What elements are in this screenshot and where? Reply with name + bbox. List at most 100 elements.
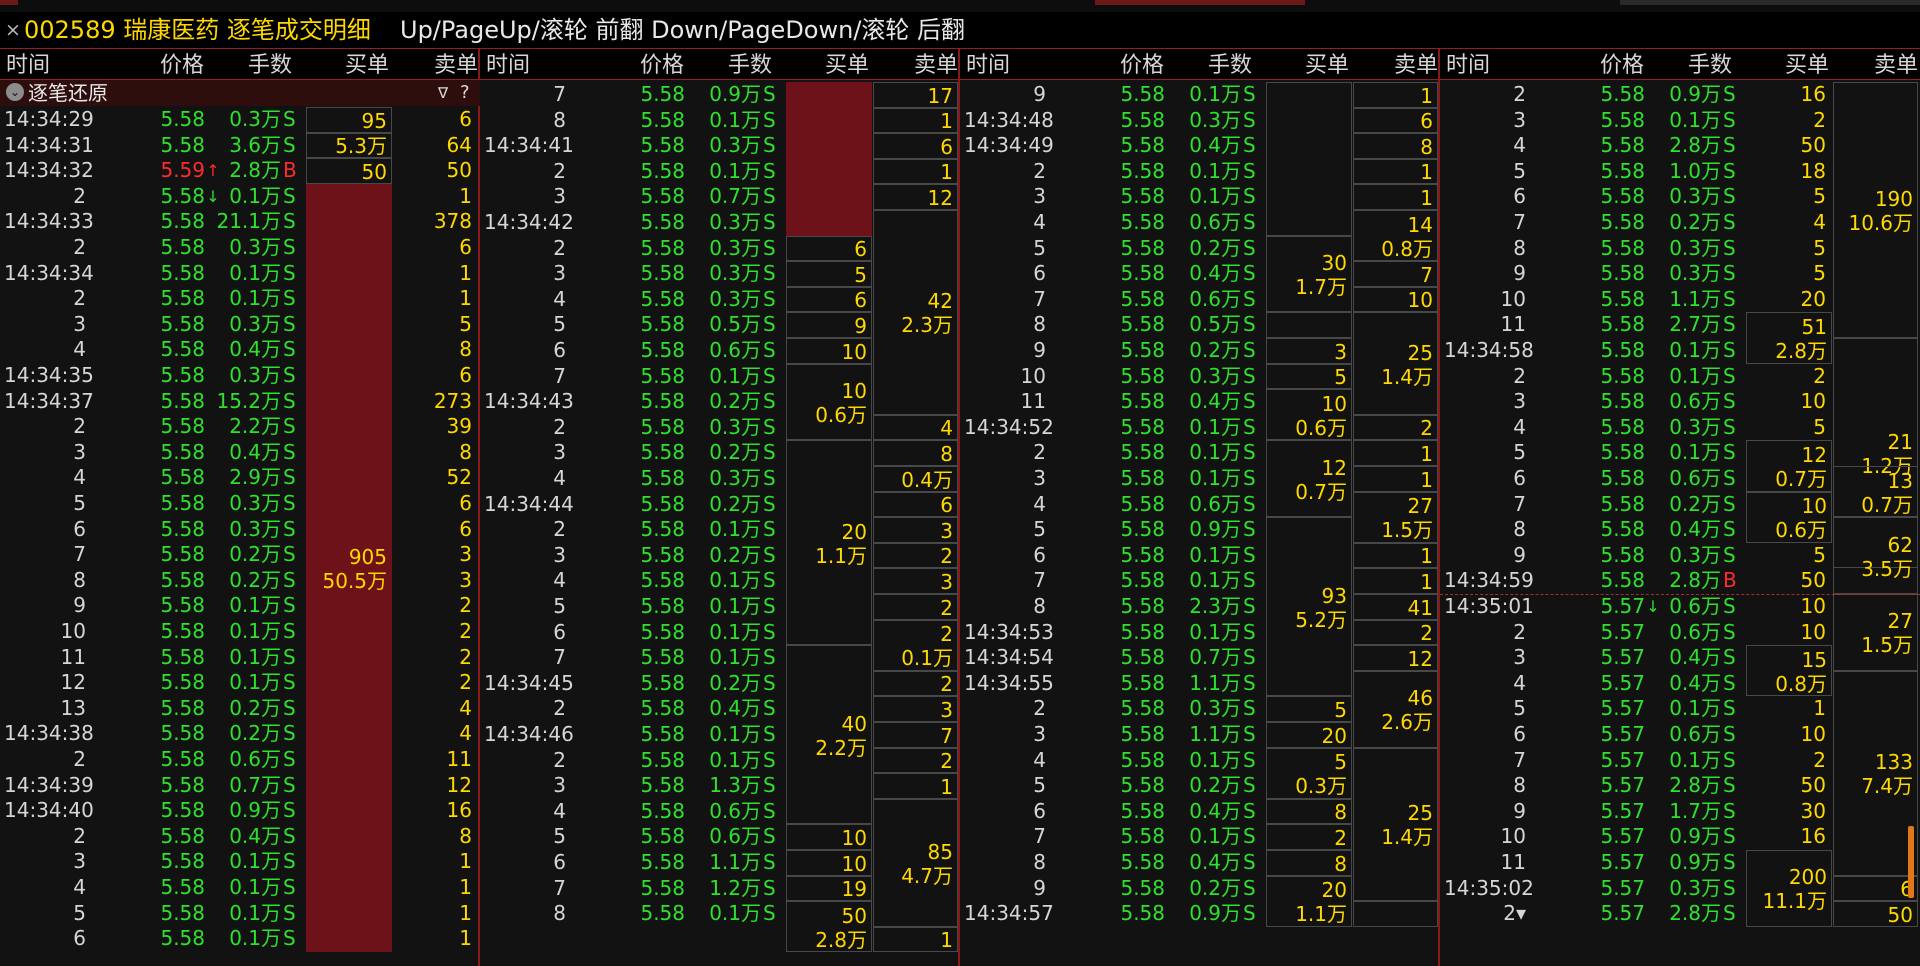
tick-row[interactable]: 8 5.58 2.3万 S — [960, 594, 1440, 620]
col-time-header[interactable]: 时间 — [1446, 53, 1490, 79]
col-volume-header[interactable]: 手数 — [728, 53, 772, 79]
tick-row[interactable]: 14:34:54 5.58 0.7万 S — [960, 645, 1440, 671]
tick-row[interactable]: 9 5.58 0.1万 S — [960, 82, 1440, 108]
order-restore-toggle[interactable]: 逐笔还原 — [28, 80, 108, 106]
tick-row[interactable]: 14:34:48 5.58 0.3万 S — [960, 108, 1440, 134]
tick-row[interactable]: 7 5.57 0.1万 S 2 — [1440, 748, 1920, 774]
col-volume-header[interactable]: 手数 — [1208, 53, 1252, 79]
tick-row[interactable]: 14:34:32 5.59 ↑ 2.8万 B 50 — [0, 158, 480, 184]
tick-row[interactable]: 6 5.58 0.3万 S 5 — [1440, 184, 1920, 210]
tick-row[interactable]: 14:34:42 5.58 0.3万 S — [480, 210, 960, 236]
tick-row[interactable]: 2 5.58 0.1万 S 1 — [0, 286, 480, 312]
tick-row[interactable]: 6 5.58 0.1万 S 1 — [0, 926, 480, 952]
filter-icon[interactable]: ∇ — [438, 81, 448, 105]
tick-row[interactable]: 14:34:46 5.58 0.1万 S — [480, 722, 960, 748]
tick-row[interactable]: 6 5.58 0.6万 S — [1440, 466, 1920, 492]
tick-row[interactable]: 14:34:38 5.58 0.2万 S 4 — [0, 721, 480, 747]
tick-row[interactable]: 10 5.57 0.9万 S 16 — [1440, 824, 1920, 850]
tick-row[interactable]: 7 5.58 0.2万 S — [1440, 492, 1920, 518]
tick-row[interactable]: 5 5.58 1.0万 S 18 — [1440, 159, 1920, 185]
col-buy-header[interactable]: 买单 — [825, 53, 869, 79]
col-volume-header[interactable]: 手数 — [1688, 53, 1732, 79]
tick-row[interactable]: 9 5.57 1.7万 S 30 — [1440, 799, 1920, 825]
col-sell-header[interactable]: 卖单 — [914, 53, 958, 79]
tick-row[interactable]: 3 5.58 1.3万 S — [480, 773, 960, 799]
col-sell-header[interactable]: 卖单 — [1874, 53, 1918, 79]
tick-row[interactable]: 14:34:40 5.58 0.9万 S 16 — [0, 798, 480, 824]
tick-row[interactable]: 7 5.58 0.9万 S — [480, 82, 960, 108]
tick-row[interactable]: 3 5.58 1.1万 S — [960, 722, 1440, 748]
tick-row[interactable]: 2 5.58 0.1万 S — [480, 748, 960, 774]
tick-row[interactable]: 3 5.58 0.1万 S 1 — [0, 849, 480, 875]
tick-row[interactable]: 3 5.58 0.3万 S — [480, 261, 960, 287]
tick-row[interactable]: 5 5.58 0.3万 S 6 — [0, 491, 480, 517]
tick-row[interactable]: 9 5.58 0.3万 S 5 — [1440, 543, 1920, 569]
tick-row[interactable]: 2 5.58 0.3万 S — [480, 236, 960, 262]
tick-row[interactable]: 4 5.58 0.6万 S — [480, 799, 960, 825]
tick-row[interactable]: 14:34:55 5.58 1.1万 S — [960, 671, 1440, 697]
tick-row[interactable]: 11 5.58 2.7万 S — [1440, 312, 1920, 338]
tick-row[interactable]: 14:34:37 5.58 15.2万 S 273 — [0, 389, 480, 415]
tick-row[interactable]: 5 5.58 0.2万 S — [960, 773, 1440, 799]
col-buy-header[interactable]: 买单 — [1305, 53, 1349, 79]
tick-row[interactable]: 5 5.58 0.1万 S 1 — [0, 901, 480, 927]
tick-row[interactable]: 14:34:33 5.58 21.1万 S 378 — [0, 209, 480, 235]
tick-row[interactable]: 6 5.57 0.6万 S 10 — [1440, 722, 1920, 748]
tick-row[interactable]: 3 5.58 0.3万 S 5 — [0, 312, 480, 338]
tick-row[interactable]: 6 5.58 0.1万 S — [480, 620, 960, 646]
tick-row[interactable]: 14:34:39 5.58 0.7万 S 12 — [0, 773, 480, 799]
tick-row[interactable]: 14:34:53 5.58 0.1万 S — [960, 620, 1440, 646]
tick-row[interactable]: 4 5.58 0.3万 S — [480, 466, 960, 492]
tick-row[interactable]: 4 5.58 2.8万 S 50 — [1440, 133, 1920, 159]
tick-row[interactable]: 14:34:43 5.58 0.2万 S — [480, 389, 960, 415]
tick-row[interactable]: 5 5.58 0.6万 S — [480, 824, 960, 850]
tick-row[interactable]: 4 5.58 0.4万 S 8 — [0, 337, 480, 363]
tick-row[interactable]: 14:34:35 5.58 0.3万 S 6 — [0, 363, 480, 389]
tick-row[interactable]: 7 5.58 0.1万 S — [480, 645, 960, 671]
tick-row[interactable]: 10 5.58 0.1万 S 2 — [0, 619, 480, 645]
tick-row[interactable]: 8 5.58 0.2万 S 3 — [0, 568, 480, 594]
tick-row[interactable]: 10 5.58 0.3万 S — [960, 364, 1440, 390]
tick-row[interactable]: 2 5.58 0.3万 S — [960, 696, 1440, 722]
tick-row[interactable]: 6 5.58 1.1万 S — [480, 850, 960, 876]
tick-row[interactable]: 6 5.58 0.1万 S — [960, 543, 1440, 569]
tick-row[interactable]: 2 5.58 0.1万 S — [480, 159, 960, 185]
tick-row[interactable]: 14:34:45 5.58 0.2万 S — [480, 671, 960, 697]
tick-row[interactable]: 5 5.58 0.1万 S — [480, 594, 960, 620]
tick-row[interactable]: 3 5.57 0.4万 S — [1440, 645, 1920, 671]
col-time-header[interactable]: 时间 — [966, 53, 1010, 79]
tick-row[interactable]: 4 5.58 2.9万 S 52 — [0, 465, 480, 491]
tick-row[interactable]: 11 5.58 0.1万 S 2 — [0, 645, 480, 671]
tick-row[interactable]: 2 5.58 0.4万 S — [480, 696, 960, 722]
tick-row[interactable]: 14:34:44 5.58 0.2万 S — [480, 492, 960, 518]
tick-row[interactable]: 7 5.58 0.2万 S 4 — [1440, 210, 1920, 236]
tick-row[interactable]: 3 5.58 0.1万 S — [960, 184, 1440, 210]
tick-row[interactable]: 14:34:52 5.58 0.1万 S — [960, 415, 1440, 441]
tick-row[interactable]: 8 5.58 0.5万 S — [960, 312, 1440, 338]
tick-row[interactable]: 2 5.58 ↓ 0.1万 S 1 — [0, 184, 480, 210]
tick-row[interactable]: 3 5.58 0.2万 S — [480, 440, 960, 466]
tick-row[interactable]: 12 5.58 0.1万 S 2 — [0, 670, 480, 696]
tick-row[interactable]: 7 5.58 0.1万 S — [960, 568, 1440, 594]
tick-row[interactable]: 7 5.58 0.2万 S 3 — [0, 542, 480, 568]
tick-row[interactable]: 7 5.58 0.6万 S — [960, 287, 1440, 313]
tick-row[interactable]: 2 5.58 0.6万 S 11 — [0, 747, 480, 773]
col-buy-header[interactable]: 买单 — [345, 53, 389, 79]
tick-row[interactable]: 8 5.58 0.1万 S — [480, 901, 960, 927]
col-time-header[interactable]: 时间 — [6, 53, 50, 79]
tick-row[interactable]: 9 5.58 0.2万 S — [960, 876, 1440, 902]
tick-row[interactable]: 3 5.58 0.1万 S — [960, 466, 1440, 492]
tick-row[interactable]: 6 5.58 0.6万 S — [480, 338, 960, 364]
tick-row[interactable]: 6 5.58 0.4万 S — [960, 799, 1440, 825]
tick-row[interactable]: 8 5.57 2.8万 S 50 — [1440, 773, 1920, 799]
tick-row[interactable]: 4 5.58 0.6万 S — [960, 210, 1440, 236]
tick-row[interactable]: 5 5.58 0.1万 S — [1440, 440, 1920, 466]
tick-row[interactable]: 2▾ 5.57 2.8万 S — [1440, 901, 1920, 927]
tick-row[interactable]: 8 5.58 0.1万 S — [480, 108, 960, 134]
tick-row[interactable]: 14:34:34 5.58 0.1万 S 1 — [0, 261, 480, 287]
tick-row[interactable]: 14:34:29 5.58 0.3万 S 6 — [0, 107, 480, 133]
tick-row[interactable]: 2 5.57 0.6万 S 10 — [1440, 620, 1920, 646]
col-sell-header[interactable]: 卖单 — [1394, 53, 1438, 79]
tick-row[interactable]: 2 5.58 0.3万 S 6 — [0, 235, 480, 261]
tick-row[interactable]: 14:34:31 5.58 3.6万 S 64 — [0, 133, 480, 159]
